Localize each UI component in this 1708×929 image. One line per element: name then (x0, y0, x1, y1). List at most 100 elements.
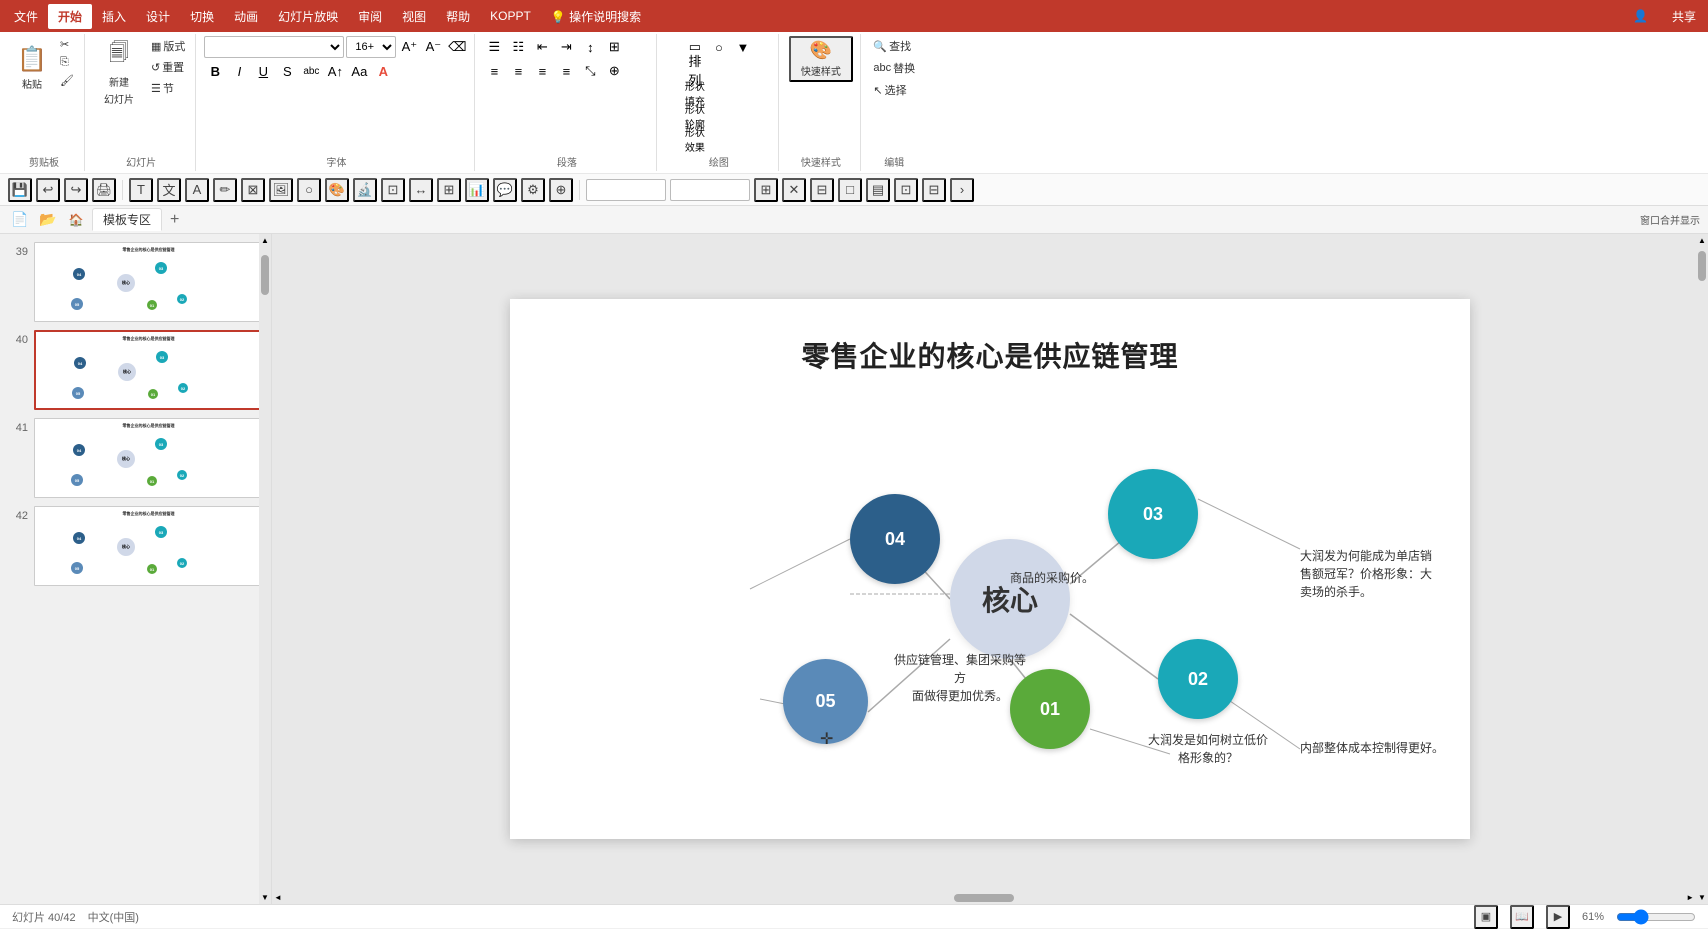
home-button[interactable]: 🏠 (64, 208, 88, 232)
canvas-scrollbar[interactable]: ▲ ▼ (1696, 234, 1708, 904)
clear-format-button[interactable]: ⌫ (446, 36, 468, 58)
change-case-button[interactable]: Aa (348, 60, 370, 82)
align-left-button[interactable]: ≡ (483, 60, 505, 82)
bold-button[interactable]: B (204, 60, 226, 82)
shape-oval-button[interactable]: ○ (708, 36, 730, 58)
color-fill-button[interactable]: 🎨 (325, 178, 349, 202)
shadow-button[interactable]: abc (300, 60, 322, 82)
eraser-button[interactable]: ⊠ (241, 178, 265, 202)
menu-transition[interactable]: 切换 (180, 4, 224, 29)
slide-thumb-41[interactable]: 零售企业的核心是供应链管理 核心 04 03 02 01 05 (34, 418, 263, 498)
format-paint-button[interactable]: 🖌 (56, 72, 78, 89)
canvas-hscroll-right[interactable]: ► (1684, 892, 1696, 904)
slide-item-39[interactable]: 39 零售企业的核心是供应链管理 核心 04 03 02 01 05 (8, 242, 263, 322)
slide-thumb-42[interactable]: 零售企业的核心是供应链管理 核心 04 03 02 01 05 (34, 506, 263, 586)
new-file-button[interactable]: 📄 (8, 208, 32, 232)
flip-h-button[interactable]: ↔ (409, 178, 433, 202)
strikethrough-button[interactable]: S (276, 60, 298, 82)
text-direction-button[interactable]: ⤡ (579, 60, 601, 82)
shape-more-button[interactable]: ▼ (732, 36, 754, 58)
align-button[interactable]: ⊡ (894, 178, 918, 202)
reset-button[interactable]: ↺ 重置 (147, 57, 189, 77)
font-decrease-button[interactable]: A⁻ (422, 36, 444, 58)
slide-panel-scrollbar[interactable]: ▲ ▼ (259, 234, 271, 904)
scroll-down-button[interactable]: ▼ (259, 891, 271, 904)
underline-button[interactable]: U (252, 60, 274, 82)
border-button[interactable]: □ (838, 178, 862, 202)
layout2-button[interactable]: ▤ (866, 178, 890, 202)
canvas-hscroll-thumb[interactable] (954, 894, 1014, 902)
menu-search[interactable]: 💡 操作说明搜索 (541, 4, 651, 29)
slide-thumb-40[interactable]: 零售企业的核心是供应链管理 核心 04 03 02 01 05 (34, 330, 263, 410)
indent-decrease-button[interactable]: ⇤ (531, 36, 553, 58)
indent-increase-button[interactable]: ⇥ (555, 36, 577, 58)
share-button[interactable]: 共享 (1664, 6, 1704, 27)
canvas-hscrollbar[interactable]: ◄ ► (272, 892, 1696, 904)
font-increase-button[interactable]: A⁺ (398, 36, 420, 58)
menu-slideshow[interactable]: 幻灯片放映 (268, 4, 348, 29)
canvas-scroll-thumb[interactable] (1698, 251, 1706, 281)
view-switch-button[interactable]: ⊟ (810, 178, 834, 202)
close-slide-button[interactable]: ✕ (782, 178, 806, 202)
char-format-button[interactable]: A (185, 178, 209, 202)
select-button[interactable]: ↖ 选择 (869, 80, 910, 100)
align-justify-button[interactable]: ≡ (555, 60, 577, 82)
view-slideshow-button[interactable]: ▶ (1546, 905, 1570, 929)
cut-button[interactable]: ✂ (56, 36, 78, 53)
pen-button[interactable]: ✏ (213, 178, 237, 202)
menu-insert[interactable]: 插入 (92, 4, 136, 29)
line-spacing-button[interactable]: ↕ (579, 36, 601, 58)
slide-item-42[interactable]: 42 零售企业的核心是供应链管理 核心 04 03 02 01 05 (8, 506, 263, 586)
node-03[interactable]: 03 (1108, 469, 1198, 559)
font-color-button[interactable]: A (372, 60, 394, 82)
more-tools-button[interactable]: ⊕ (549, 178, 573, 202)
crop-button[interactable]: ⊡ (381, 178, 405, 202)
align-right-button[interactable]: ≡ (531, 60, 553, 82)
char-space-button[interactable]: A↑ (324, 60, 346, 82)
grid-button[interactable]: ⊞ (754, 178, 778, 202)
image-button[interactable]: 🖼 (269, 178, 293, 202)
menu-review[interactable]: 审阅 (348, 4, 392, 29)
group-button[interactable]: ⊞ (437, 178, 461, 202)
eyedropper-button[interactable]: 🔬 (353, 178, 377, 202)
node-05[interactable]: 05 (783, 659, 868, 744)
copy-button[interactable]: ⎘ (56, 54, 78, 71)
node-02[interactable]: 02 (1158, 639, 1238, 719)
view-normal-button[interactable]: ▣ (1474, 905, 1498, 929)
slide-thumb-39[interactable]: 零售企业的核心是供应链管理 核心 04 03 02 01 05 (34, 242, 263, 322)
slide-item-41[interactable]: 41 零售企业的核心是供应链管理 核心 04 03 02 01 05 (8, 418, 263, 498)
height-input[interactable]: 0 厘米 (670, 179, 750, 201)
quick-style-button[interactable]: 🎨 快速样式 (789, 36, 853, 82)
tab-template[interactable]: 模板专区 (92, 208, 162, 231)
menu-animation[interactable]: 动画 (224, 4, 268, 29)
tab-add-button[interactable]: + (166, 211, 183, 229)
menu-help[interactable]: 帮助 (436, 4, 480, 29)
smart-art-button[interactable]: ⊕ (603, 60, 625, 82)
canvas-hscroll-left[interactable]: ◄ (272, 892, 284, 904)
layout-button[interactable]: ▦ 版式 (147, 36, 189, 56)
zoom-slider[interactable] (1616, 909, 1696, 925)
menu-koppt[interactable]: KOPPT (480, 5, 541, 27)
list-bullet-button[interactable]: ☰ (483, 36, 505, 58)
save-quick-button[interactable]: 💾 (8, 178, 32, 202)
columns-button[interactable]: ⊞ (603, 36, 625, 58)
undo-button[interactable]: ↩ (36, 178, 60, 202)
window-merge-button[interactable]: 窗口合并显示 (1640, 212, 1700, 227)
italic-button[interactable]: I (228, 60, 250, 82)
menu-home[interactable]: 开始 (48, 4, 92, 29)
menu-design[interactable]: 设计 (136, 4, 180, 29)
more-shapes-button[interactable]: ⚙ (521, 178, 545, 202)
section-button[interactable]: ☰ 节 (147, 78, 189, 98)
shape-effect-button[interactable]: 形状效果 (684, 128, 706, 150)
align-center-button[interactable]: ≡ (507, 60, 529, 82)
text-format-button[interactable]: 文 (157, 178, 181, 202)
replace-button[interactable]: abc 替换 (869, 58, 919, 78)
view-reading-button[interactable]: 📖 (1510, 905, 1534, 929)
canvas-scroll-up[interactable]: ▲ (1696, 234, 1708, 247)
font-size-select[interactable]: 16+ (346, 36, 396, 58)
new-slide-button[interactable]: 🗐 新建 幻灯片 (93, 36, 145, 108)
find-button[interactable]: 🔍 查找 (869, 36, 915, 56)
chart-button[interactable]: 📊 (465, 178, 489, 202)
menu-file[interactable]: 文件 (4, 4, 48, 29)
redo-button[interactable]: ↪ (64, 178, 88, 202)
